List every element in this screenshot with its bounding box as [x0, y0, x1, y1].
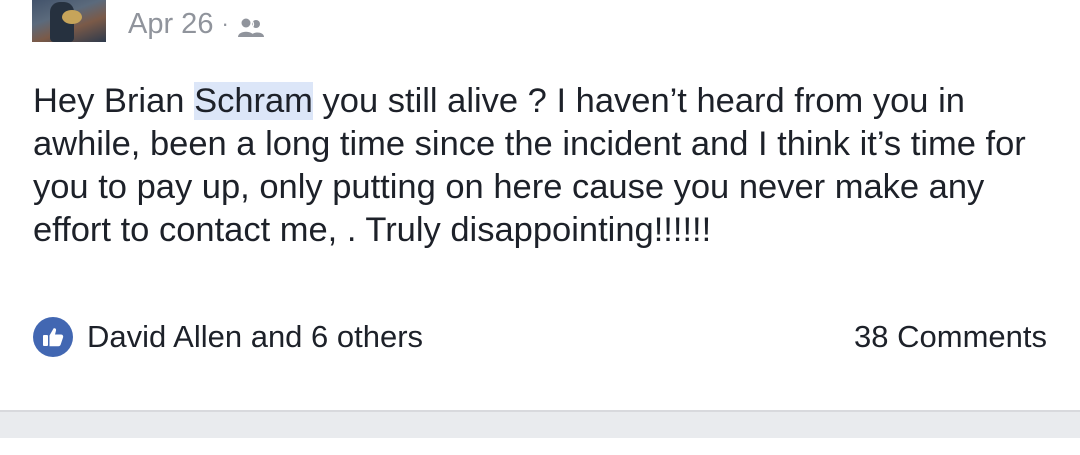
- mention-link[interactable]: Schram: [194, 82, 313, 120]
- like-icon: [33, 317, 73, 357]
- post-message: Hey Brian Schram you still alive ? I hav…: [33, 80, 1053, 252]
- reactions-text: David Allen and 6 others: [87, 319, 424, 354]
- comments-count[interactable]: 38 Comments: [854, 315, 1047, 359]
- avatar-fish: [62, 10, 82, 24]
- author-avatar[interactable]: [32, 0, 106, 42]
- post-timestamp[interactable]: Apr 26: [128, 8, 213, 41]
- feed-separator: [0, 412, 1080, 438]
- comments-label: 38 Comments: [854, 319, 1047, 354]
- reactions-summary[interactable]: David Allen and 6 others: [33, 315, 423, 359]
- feed-post: Apr 26 · Hey Brian Schram you still aliv…: [0, 0, 1080, 410]
- message-text-before: Hey Brian: [33, 82, 195, 120]
- friends-icon[interactable]: [237, 14, 265, 37]
- post-meta: Apr 26 ·: [128, 6, 265, 42]
- next-post-top: [0, 438, 1080, 455]
- meta-separator: ·: [221, 11, 229, 36]
- author-name-cropped[interactable]: [128, 0, 368, 2]
